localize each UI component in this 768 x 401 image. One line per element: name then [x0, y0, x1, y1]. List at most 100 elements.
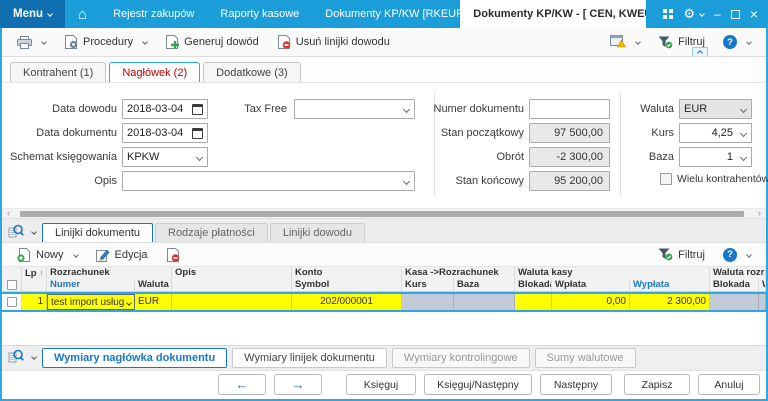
waluta-select[interactable]: EUR [679, 99, 752, 119]
procedury-button[interactable]: Procedury [57, 32, 154, 52]
previous-record-button[interactable]: ← [218, 374, 266, 395]
tab-linijki-dowodu[interactable]: Linijki dowodu [270, 223, 365, 242]
col-blokada[interactable]: Blokada [515, 279, 552, 291]
minimize-button[interactable]: – [714, 8, 721, 20]
nastepny-button[interactable]: Następny [540, 374, 612, 395]
titlebar-tab-raporty-kasowe[interactable]: Raporty kasowe [207, 0, 312, 28]
stan-poczatkowy-value: 97 500,00 [554, 127, 603, 139]
close-button[interactable]: × [750, 8, 758, 20]
tab-wymiary-naglowka[interactable]: Wymiary nagłówka dokumentu [42, 348, 227, 368]
preview-button[interactable] [6, 349, 42, 367]
procedures-icon [64, 35, 78, 49]
tab-wymiary-kontrolingowe[interactable]: Wymiary kontrolingowe [392, 348, 530, 368]
generuj-dowod-button[interactable]: Generuj dowód [158, 32, 266, 52]
table-row[interactable]: 1 test import usług EUR 202/000001 0,00 … [2, 292, 766, 312]
chevron-down-icon [746, 252, 752, 258]
chevron-down-icon [635, 39, 641, 45]
baza-field[interactable]: 1 [679, 147, 752, 167]
usun-linijki-button[interactable]: Usuń linijki dowodu [270, 32, 397, 52]
tab-rodzaje-platnosci[interactable]: Rodzaje płatności [155, 223, 268, 242]
nowy-button[interactable]: Nowy [10, 245, 85, 265]
chevron-down-icon [699, 11, 705, 17]
column-scroll-left-icon[interactable]: ‹ [761, 268, 764, 278]
chevron-down-icon [31, 354, 37, 360]
cell-waluta[interactable]: EUR [135, 294, 172, 310]
usun-wiersz-button[interactable] [159, 245, 187, 265]
waluta-value: EUR [684, 103, 707, 115]
schemat-value: KPKW [127, 151, 159, 163]
preview-button[interactable] [6, 224, 42, 242]
grid-empty-area [2, 312, 766, 345]
menu-button[interactable]: Menu [0, 0, 65, 28]
home-button[interactable]: ⌂ [65, 0, 100, 28]
tab-linijki-dokumentu[interactable]: Linijki dokumentu [42, 223, 153, 242]
col-baza[interactable]: Baza [454, 279, 515, 291]
tab-wymiary-linijek[interactable]: Wymiary linijek dokumentu [232, 348, 387, 368]
calendar-icon[interactable] [192, 128, 203, 139]
tax-free-select[interactable] [294, 99, 415, 119]
maximize-button[interactable] [731, 10, 740, 19]
tab-sumy-walutowe[interactable]: Sumy walutowe [535, 348, 636, 368]
colgroup-waluta-kasy[interactable]: Waluta kasy [515, 267, 710, 279]
horizontal-scrollbar[interactable]: ‹ › [2, 208, 766, 219]
col-kurs[interactable]: Kurs [402, 279, 454, 291]
titlebar-tab-dokumenty-kpkw-active[interactable]: Dokumenty KP/KW - [ CEN, KWEUR [460, 0, 646, 28]
col-waluta[interactable]: Waluta [135, 279, 172, 291]
anuluj-button[interactable]: Anuluj [698, 374, 760, 395]
zapisz-button[interactable]: Zapisz [624, 374, 690, 395]
delete-row-icon [166, 248, 180, 262]
collapse-panel-button[interactable] [692, 47, 708, 56]
settings-button[interactable]: ⚙ [683, 6, 704, 22]
print-button[interactable] [10, 33, 53, 52]
tab-kontrahent[interactable]: Kontrahent (1) [10, 62, 106, 82]
schemat-select[interactable]: KPKW [122, 147, 208, 167]
next-record-button[interactable]: → [274, 374, 322, 395]
cell-wyplata[interactable]: 2 300,00 [630, 294, 710, 310]
row-checkbox[interactable] [7, 297, 17, 307]
data-dokumentu-label: Data dokumentu [2, 123, 117, 143]
grid-filtruj-button[interactable]: Filtruj [651, 245, 712, 264]
kurs-field[interactable]: 4,25 [679, 123, 752, 143]
col-symbol[interactable]: Symbol [292, 279, 402, 291]
col-wplata[interactable]: Wpłata [552, 279, 630, 291]
col-wyplata[interactable]: Wypłata [630, 279, 710, 291]
edycja-button[interactable]: Edycja [89, 245, 155, 265]
colgroup-rozrachunek[interactable]: Rozrachunek [47, 267, 172, 279]
colgroup-kasa-rozrachunek[interactable]: Kasa ->Rozrachunek [402, 267, 515, 279]
chevron-down-icon [126, 300, 132, 306]
scrollbar-thumb[interactable] [20, 211, 744, 217]
numer-dokumentu-field[interactable] [529, 99, 610, 119]
wielu-kontrahentow-checkbox[interactable] [660, 173, 672, 185]
chevron-down-icon [47, 11, 53, 17]
col-w[interactable]: W [759, 279, 766, 291]
apps-grid-icon[interactable] [663, 9, 673, 19]
col-konto[interactable]: Konto [292, 267, 402, 279]
grid-help-button[interactable]: ? [716, 245, 758, 265]
ksieguj-nastepny-button[interactable]: Księguj/Następny [424, 374, 532, 395]
cell-wplata[interactable]: 0,00 [552, 294, 630, 310]
cell-blokada[interactable] [515, 294, 552, 310]
select-all-checkbox[interactable] [7, 280, 17, 290]
scroll-left-icon[interactable]: ‹ [7, 208, 10, 219]
cell-numer-combo[interactable]: test import usług [47, 294, 135, 310]
col-numer[interactable]: Numer [47, 279, 135, 291]
tab-naglowek[interactable]: Nagłówek (2) [109, 62, 200, 82]
table-subheader-row: Numer Waluta Symbol Kurs Baza Blokada Wp… [2, 279, 766, 291]
ksieguj-button[interactable]: Księguj [346, 374, 416, 395]
colgroup-waluta-rozr[interactable]: Waluta rozr [710, 267, 766, 279]
data-dokumentu-field[interactable]: 2018-03-04 [122, 123, 208, 143]
col-lp[interactable]: Lp ↑ [22, 267, 47, 279]
col-opis[interactable]: Opis [172, 267, 292, 279]
scroll-right-icon[interactable]: › [758, 208, 761, 219]
cell-symbol[interactable]: 202/000001 [292, 294, 402, 310]
help-button[interactable]: ? [716, 32, 758, 52]
help-icon: ? [723, 248, 737, 262]
system-window-button[interactable] [603, 32, 647, 52]
titlebar-tab-dokumenty-kpkw[interactable]: Dokumenty KP/KW [RKEUR02: Rap [312, 0, 460, 28]
nowy-label: Nowy [36, 249, 64, 261]
cell-opis[interactable] [172, 294, 292, 310]
col-blokada-rozr[interactable]: Blokada [710, 279, 759, 291]
opis-field[interactable] [122, 171, 415, 191]
tab-dodatkowe[interactable]: Dodatkowe (3) [203, 62, 301, 82]
titlebar-tab-rejestr-zakupow[interactable]: Rejestr zakupów [100, 0, 207, 28]
